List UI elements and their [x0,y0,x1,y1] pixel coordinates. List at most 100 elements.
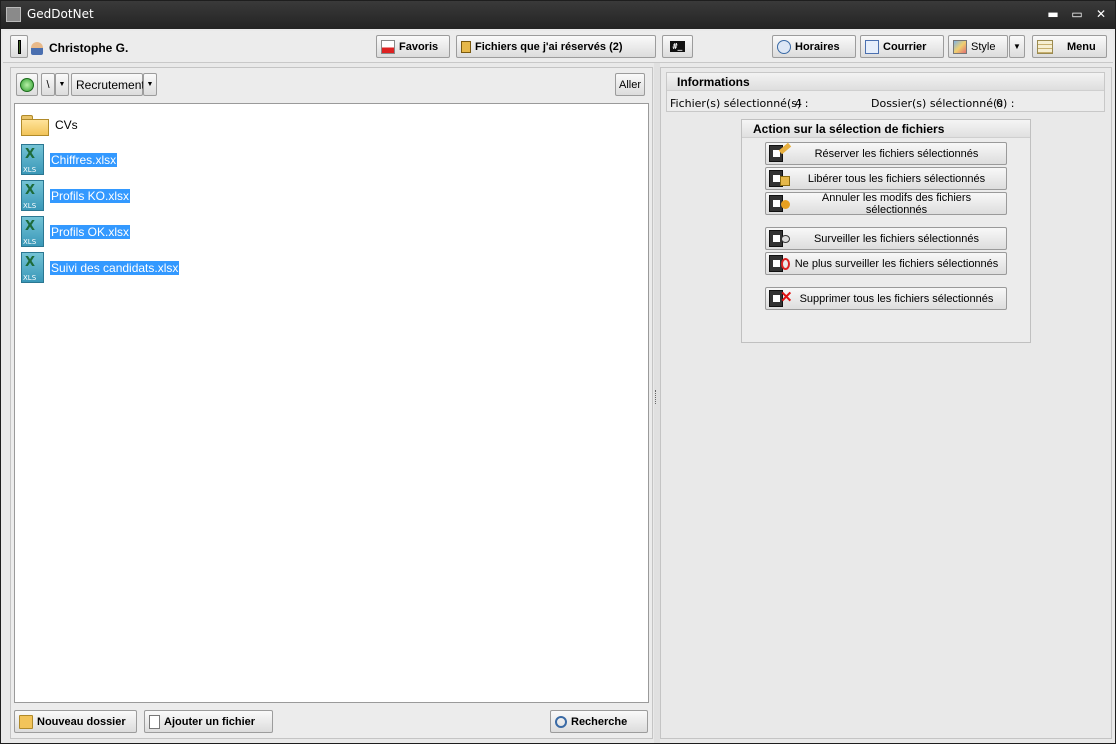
cancel-changes-label: Annuler les modifs des fichiers sélectio… [821,191,972,216]
user-badge: Christophe G. [31,41,128,55]
go-button[interactable]: Aller [615,73,645,96]
list-item-folder[interactable]: CVs [20,109,79,141]
close-button[interactable]: ✕ [1091,5,1111,23]
list-item-file[interactable]: X XLS Profils KO.xlsx [20,180,131,212]
files-selected-count: 4 [795,97,802,110]
reserved-files-label: Fichiers que j'ai réservés (2) [475,40,623,53]
unlock-icon [769,170,791,187]
user-name: Christophe G. [49,41,129,55]
favoris-label: Favoris [399,40,439,53]
top-toolbar: Favoris Fichiers que j'ai réservés (2) #… [3,31,1113,63]
reserve-icon [769,142,792,162]
folder-icon [20,113,50,137]
eye-icon [769,230,791,247]
horaires-button[interactable]: Horaires [772,35,856,58]
menu-icon [1037,39,1053,54]
unwatch-icon [769,255,791,272]
reserve-files-button[interactable]: Réserver les fichiers sélectionnés [765,142,1007,165]
details-panel: Informations Fichier(s) sélectionné(s) :… [660,67,1112,739]
path-folder-button[interactable]: Recrutement [71,73,145,96]
courrier-button[interactable]: Courrier [860,35,944,58]
add-file-label: Ajouter un fichier [164,715,256,728]
maximize-button[interactable]: ▭ [1067,5,1087,23]
path-separator: \ [46,78,50,91]
style-label: Style [971,40,996,53]
delete-icon: ✕ [769,289,793,307]
pin-button[interactable] [10,35,28,58]
file-list[interactable]: CVs X XLS Chiffres.xlsx X XLS Profils KO.x… [14,103,649,703]
root-path-dropdown[interactable]: ▼ [55,73,69,96]
list-item-file[interactable]: X XLS Suivi des candidats.xlsx [20,252,180,284]
folders-selected-count: 0 [996,97,1003,110]
style-dropdown-button[interactable]: ▼ [1009,35,1025,58]
list-item-file[interactable]: X XLS Profils OK.xlsx [20,216,131,248]
lock-icon [461,40,471,53]
search-label: Recherche [571,715,628,728]
file-name: Profils KO.xlsx [50,189,131,203]
file-name: Profils OK.xlsx [50,225,131,239]
file-name: CVs [55,118,78,132]
refresh-icon [20,77,34,92]
horaires-label: Horaires [795,40,840,53]
add-file-button[interactable]: Ajouter un fichier [144,710,273,733]
app-window: GedDotNet ▬ ▭ ✕ Favoris Fichiers que j'a… [0,0,1116,744]
file-actions-box: Action sur la sélection de fichiers Rése… [741,119,1031,343]
file-browser-panel: \ ▼ Recrutement ▼ Aller CVs X XLS Chiffr… [10,67,653,739]
add-file-icon [149,714,160,729]
clock-icon [777,39,791,54]
menu-button[interactable]: Menu [1032,35,1107,58]
user-icon [31,41,43,55]
minimize-button[interactable]: ▬ [1043,5,1063,23]
reserved-files-button[interactable]: Fichiers que j'ai réservés (2) [456,35,656,58]
envelope-icon [865,39,879,54]
favoris-button[interactable]: Favoris [376,35,450,58]
pin-icon [17,39,21,54]
chevron-down-icon: ▼ [146,81,154,88]
palette-icon [953,39,967,54]
navigation-bar: \ ▼ Recrutement ▼ Aller [14,71,646,97]
new-folder-button[interactable]: Nouveau dossier [14,710,137,733]
release-files-label: Libérer tous les fichiers sélectionnés [807,172,986,185]
delete-files-button[interactable]: ✕ Supprimer tous les fichiers sélectionn… [765,287,1007,310]
go-label: Aller [618,78,641,91]
excel-file-icon: X XLS [20,252,46,284]
file-name: Chiffres.xlsx [50,153,118,167]
watch-files-button[interactable]: Surveiller les fichiers sélectionnés [765,227,1007,250]
title-bar: GedDotNet ▬ ▭ ✕ [1,1,1115,29]
new-folder-icon [19,714,33,729]
window-title: GedDotNet [27,7,94,21]
watch-files-label: Surveiller les fichiers sélectionnés [813,232,980,245]
path-folder-dropdown[interactable]: ▼ [143,73,157,96]
chevron-down-icon: ▼ [58,81,66,88]
reserve-files-label: Réserver les fichiers sélectionnés [814,147,979,160]
root-path-button[interactable]: \ [41,73,55,96]
console-button[interactable]: #_ [662,35,693,58]
info-title: Informations [667,73,1104,91]
excel-file-icon: X XLS [20,180,46,212]
chevron-down-icon: ▼ [1013,42,1021,51]
refresh-button[interactable] [16,73,38,96]
info-box: Informations Fichier(s) sélectionné(s) :… [666,72,1105,112]
menu-label: Menu [1067,40,1096,53]
splitter-grip [655,390,658,404]
path-folder-label: Recrutement [76,77,145,92]
undo-icon [769,195,791,212]
cancel-changes-button[interactable]: Annuler les modifs des fichiers sélectio… [765,191,1007,216]
style-button[interactable]: Style [948,35,1008,58]
console-icon: #_ [669,41,686,52]
files-selected-label: Fichier(s) sélectionné(s) : [670,97,809,110]
file-name: Suivi des candidats.xlsx [50,261,180,275]
list-item-file[interactable]: X XLS Chiffres.xlsx [20,144,118,176]
app-icon [6,7,21,22]
unwatch-files-label: Ne plus surveiller les fichiers sélectio… [794,257,999,270]
excel-file-icon: X XLS [20,144,46,176]
folders-selected-label: Dossier(s) sélectionné(s) : [871,97,1015,110]
unwatch-files-button[interactable]: Ne plus surveiller les fichiers sélectio… [765,252,1007,275]
courrier-label: Courrier [883,40,927,53]
delete-files-label: Supprimer tous les fichiers sélectionnés [799,292,994,305]
search-icon [555,715,567,728]
new-folder-label: Nouveau dossier [37,715,126,728]
search-button[interactable]: Recherche [550,710,648,733]
excel-file-icon: X XLS [20,216,46,248]
release-files-button[interactable]: Libérer tous les fichiers sélectionnés [765,167,1007,190]
